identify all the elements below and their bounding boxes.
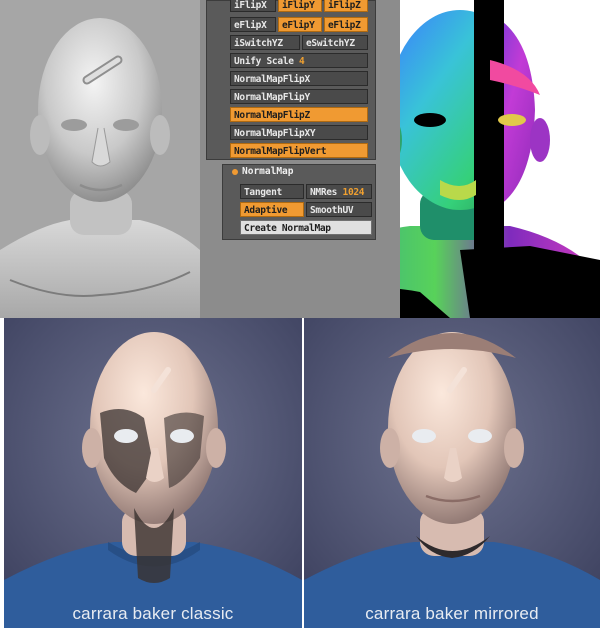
mirrored-caption: carrara baker mirrored [365,604,539,623]
iswitchyz-button[interactable]: iSwitchYZ [230,35,300,50]
mirrored-head-render [304,318,600,628]
classic-head-render [4,318,302,628]
classic-caption: carrara baker classic [72,604,234,623]
iflipx-button[interactable]: iFlipX [230,0,276,12]
unify-scale-label: Unify Scale [234,56,294,67]
section-indicator-icon [232,168,238,175]
tangent-button[interactable]: Tangent [240,184,304,199]
sculpt-head-render [0,0,200,318]
create-normalmap-button[interactable]: Create NormalMap [240,220,372,235]
iflipy-button[interactable]: iFlipY [278,0,322,12]
zbrush-menu-background: iFlipX iFlipY iFlipZ eFlipX eFlipY eFlip… [200,0,400,318]
normalmap-flipx-button[interactable]: NormalMapFlipX [230,71,368,86]
zbrush-tool-menu: iFlipX iFlipY iFlipZ eFlipX eFlipY eFlip… [200,0,400,318]
smoothuv-button[interactable]: SmoothUV [306,202,372,217]
unify-scale-slider[interactable]: Unify Scale 4 [230,53,368,68]
normalmap-flipxy-button[interactable]: NormalMapFlipXY [230,125,368,140]
iflipz-button[interactable]: iFlipZ [324,0,368,12]
eflipx-button[interactable]: eFlipX [230,17,276,32]
eflipz-button[interactable]: eFlipZ [324,17,368,32]
normalmap-flipy-button[interactable]: NormalMapFlipY [230,89,368,104]
nmres-value: 1024 [342,187,365,198]
sculpt-render-panel [0,0,200,318]
normalmap-section-title: NormalMap [232,166,293,177]
normalmap-flipz-button[interactable]: NormalMapFlipZ [230,107,368,122]
mirrored-render-panel: carrara baker mirrored [304,318,600,628]
eflipy-button[interactable]: eFlipY [278,17,322,32]
eswitchyz-button[interactable]: eSwitchYZ [302,35,368,50]
classic-render-panel: carrara baker classic [4,318,302,628]
unify-scale-value: 4 [299,56,305,67]
normalmap-flipvert-button[interactable]: NormalMapFlipVert [230,143,368,158]
nmres-slider[interactable]: NMRes 1024 [306,184,372,199]
adaptive-button[interactable]: Adaptive [240,202,304,217]
nmres-label: NMRes [310,187,338,198]
